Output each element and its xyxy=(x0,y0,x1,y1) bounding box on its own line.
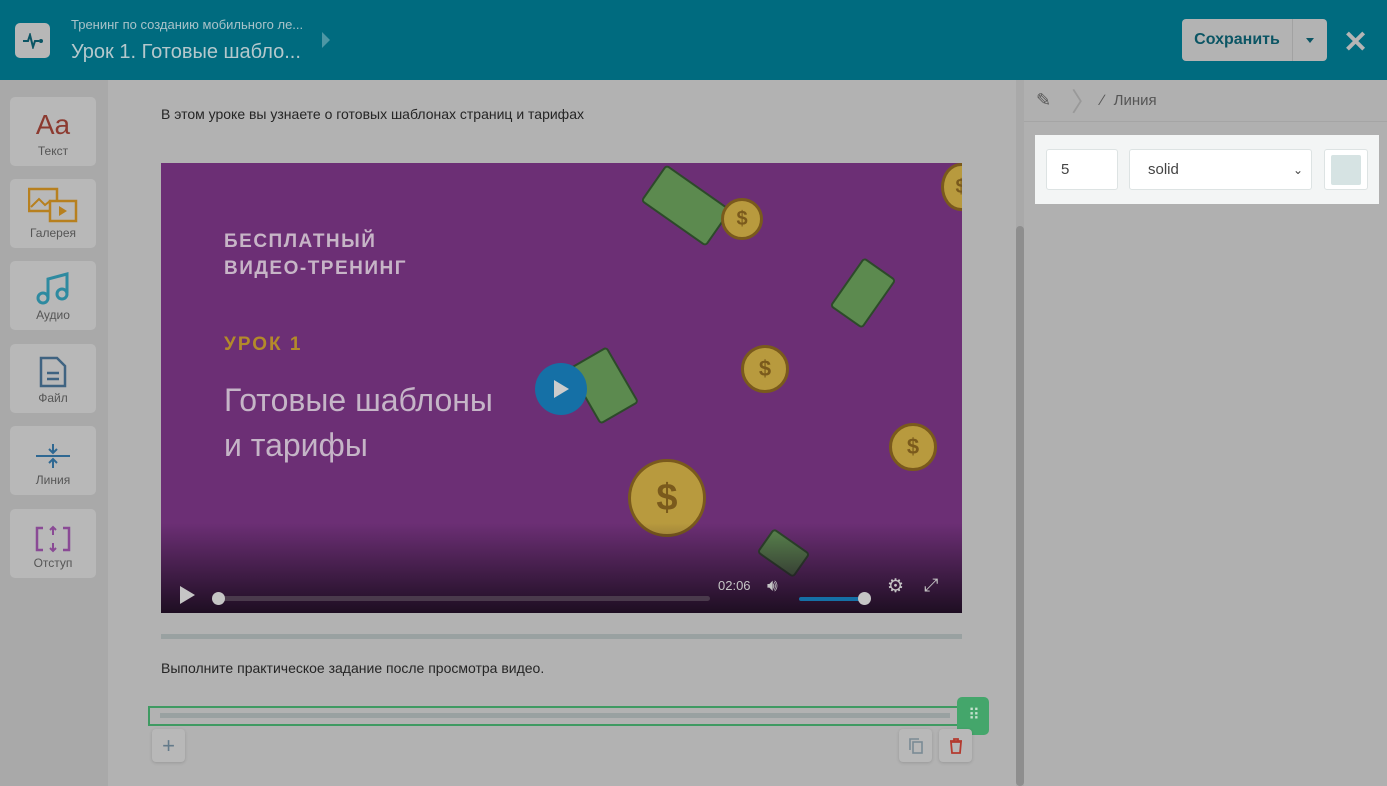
scrollbar[interactable] xyxy=(1016,80,1024,786)
tool-line[interactable]: Линия xyxy=(10,426,96,495)
coin-decoration: $ xyxy=(741,345,789,393)
video-controls: 02:06 🔊︎ ⚙ ⤢ xyxy=(161,573,962,613)
save-button[interactable]: Сохранить xyxy=(1182,19,1293,61)
breadcrumb-current: Линия xyxy=(1113,92,1157,109)
design-tools-icon[interactable]: ✎ xyxy=(1036,90,1051,111)
settings-gear-icon[interactable]: ⚙ xyxy=(887,575,904,598)
volume-handle[interactable] xyxy=(858,592,871,605)
video-player[interactable]: БЕСПЛАТНЫЙ ВИДЕО-ТРЕНИНГ УРОК 1 Готовые ш… xyxy=(161,163,962,613)
chevron-down-icon: ⌄ xyxy=(1292,162,1303,177)
fullscreen-icon[interactable]: ⤢ xyxy=(924,575,938,596)
color-swatch xyxy=(1331,154,1361,185)
save-options-dropdown[interactable] xyxy=(1293,19,1327,61)
video-title-2: и тарифы xyxy=(224,427,368,463)
settings-panel: ✎ 〉 ∕ Линия 5 solid ⌄ xyxy=(1024,80,1387,786)
duplicate-icon[interactable] xyxy=(899,729,932,762)
caret-down-icon xyxy=(1306,37,1314,43)
task-text[interactable]: Выполните практическое задание после про… xyxy=(161,660,544,676)
tool-spacing[interactable]: Отступ xyxy=(10,509,96,578)
expand-arrow-icon[interactable] xyxy=(322,32,330,48)
close-icon[interactable]: ✕ xyxy=(1343,25,1368,60)
top-bar: Тренинг по созданию мобильного ле... Уро… xyxy=(0,0,1387,80)
intro-text[interactable]: В этом уроке вы узнаете о готовых шаблон… xyxy=(161,106,584,122)
lesson-title: Урок 1. Готовые шабло... xyxy=(71,41,301,63)
file-icon xyxy=(10,344,96,388)
text-icon: Aa xyxy=(35,109,71,140)
line-color-picker[interactable] xyxy=(1324,149,1368,190)
seek-bar[interactable] xyxy=(218,596,710,601)
trash-icon[interactable] xyxy=(939,729,972,762)
add-block-button[interactable]: + xyxy=(152,729,185,762)
video-time: 02:06 xyxy=(718,578,751,593)
tool-gallery[interactable]: Галерея xyxy=(10,179,96,248)
save-button-group: Сохранить xyxy=(1182,19,1327,61)
video-caption-1: БЕСПЛАТНЫЙ xyxy=(224,231,377,252)
video-title-1: Готовые шаблоны xyxy=(224,382,493,418)
slash-icon: ∕ xyxy=(1101,92,1104,109)
video-caption-2: ВИДЕО-ТРЕНИНГ xyxy=(224,258,408,279)
line-settings: 5 solid ⌄ xyxy=(1035,135,1379,204)
app-logo-icon[interactable] xyxy=(15,23,50,58)
money-decoration xyxy=(640,164,732,247)
line-width-input[interactable]: 5 xyxy=(1046,149,1118,190)
seek-handle[interactable] xyxy=(212,592,225,605)
volume-icon[interactable]: 🔊︎ xyxy=(767,576,778,596)
coin-decoration: $ xyxy=(721,198,763,240)
settings-breadcrumb: ✎ 〉 ∕ Линия xyxy=(1024,80,1387,122)
gallery-icon xyxy=(10,179,96,223)
coin-decoration: $ xyxy=(889,423,937,471)
coin-decoration: $ xyxy=(941,163,962,211)
line-style-select[interactable]: solid ⌄ xyxy=(1129,149,1312,190)
video-lesson-label: УРОК 1 xyxy=(224,334,303,355)
course-breadcrumb[interactable]: Тренинг по созданию мобильного ле... xyxy=(71,17,303,32)
volume-slider[interactable] xyxy=(799,597,864,601)
line-icon xyxy=(10,426,96,470)
tool-text[interactable]: Aa Текст xyxy=(10,97,96,166)
tool-file[interactable]: Файл xyxy=(10,344,96,413)
spacing-icon xyxy=(10,509,96,553)
tool-audio[interactable]: Аудио xyxy=(10,261,96,330)
money-decoration xyxy=(829,256,897,330)
line-block[interactable] xyxy=(161,634,962,639)
selected-line-block[interactable] xyxy=(148,706,960,726)
play-overlay-button[interactable] xyxy=(535,363,587,415)
audio-icon xyxy=(10,261,96,305)
block-toolbar: Aa Текст Галерея Аудио Файл Линия Отступ xyxy=(0,80,108,786)
editor-canvas: В этом уроке вы узнаете о готовых шаблон… xyxy=(108,80,1016,786)
play-icon[interactable] xyxy=(179,585,197,605)
